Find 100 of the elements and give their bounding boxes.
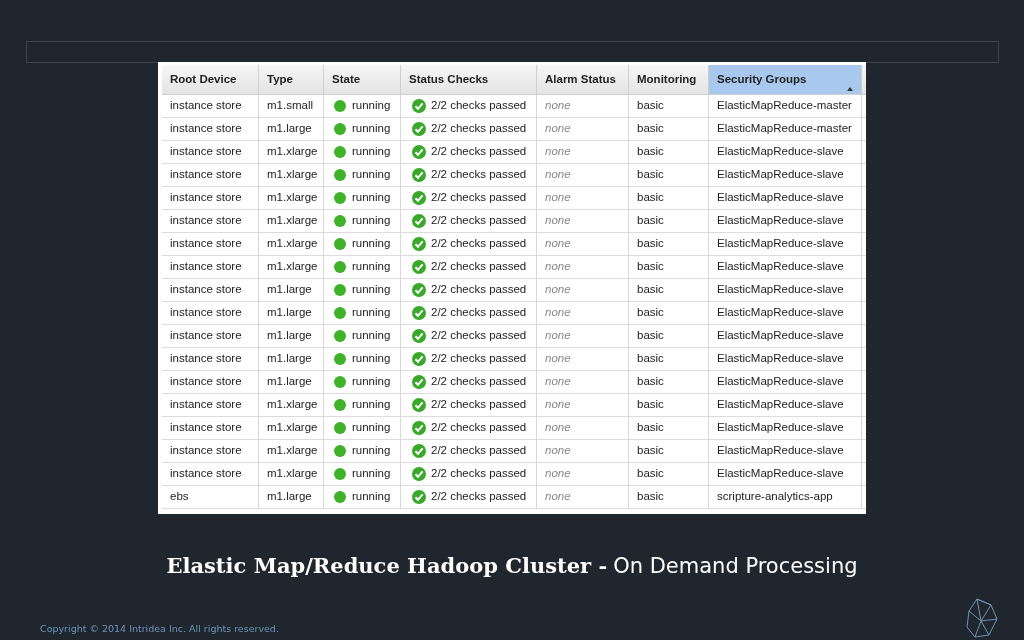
table-cell-text: ElasticMapReduce-slave — [717, 144, 844, 160]
table-cell-text: none — [545, 190, 571, 206]
table-cell-text: instance store — [170, 351, 242, 367]
table-cell-text: instance store — [170, 305, 242, 321]
table-cell-text: ElasticMapReduce-slave — [717, 259, 844, 275]
column-header[interactable]: Security Groups — [709, 65, 862, 94]
table-cell-text: instance store — [170, 282, 242, 298]
check-icon — [412, 214, 426, 228]
table-cell-text: instance store — [170, 213, 242, 229]
table-cell-text: none — [545, 397, 571, 413]
table-cell-text: ElasticMapReduce-slave — [717, 351, 844, 367]
table-cell-text: basic — [637, 374, 664, 390]
table-cell-text: instance store — [170, 397, 242, 413]
table-cell-text: none — [545, 144, 571, 160]
table-cell-text: instance store — [170, 236, 242, 252]
table-cell-text: instance store — [170, 190, 242, 206]
table-cell-text: running — [352, 466, 391, 482]
table-cell-text: 2/2 checks passed — [431, 420, 527, 436]
table-cell-text: running — [352, 167, 391, 183]
table-cell-text: m1.large — [267, 121, 312, 137]
table-cell-text: running — [352, 213, 391, 229]
table-cell-text: none — [545, 374, 571, 390]
column-header[interactable]: Alarm Status — [537, 65, 629, 94]
column-header[interactable]: Type — [259, 65, 324, 94]
table-cell-text: basic — [637, 98, 664, 114]
table-cell-text: ElasticMapReduce-master — [717, 121, 852, 137]
table-cell-text: m1.large — [267, 489, 312, 505]
table-cell-text: m1.xlarge — [267, 144, 318, 160]
table-cell-text: running — [352, 190, 391, 206]
table-cell-text: 2/2 checks passed — [431, 190, 527, 206]
table-cell-text: 2/2 checks passed — [431, 489, 527, 505]
check-icon — [412, 398, 426, 412]
table-cell-text: none — [545, 466, 571, 482]
check-icon — [412, 467, 426, 481]
caption-title: Elastic Map/Reduce Hadoop Cluster - — [166, 552, 608, 580]
table-cell-text: basic — [637, 144, 664, 160]
table-cell-text: ElasticMapReduce-slave — [717, 443, 844, 459]
crystal-logo-icon — [965, 596, 999, 639]
table-cell-text: m1.xlarge — [267, 420, 318, 436]
table-cell-text: ElasticMapReduce-slave — [717, 282, 844, 298]
table-cell-text: none — [545, 328, 571, 344]
table-cell-text: m1.xlarge — [267, 167, 318, 183]
table-cell-text: ElasticMapReduce-slave — [717, 466, 844, 482]
table-cell-text: basic — [637, 420, 664, 436]
table-cell-text: none — [545, 259, 571, 275]
check-icon — [412, 421, 426, 435]
caption-subtitle: On Demand Processing — [613, 553, 858, 580]
table-cell-text: basic — [637, 213, 664, 229]
table-cell-text: ElasticMapReduce-slave — [717, 420, 844, 436]
table-cell-text: running — [352, 328, 391, 344]
table-cell-text: basic — [637, 190, 664, 206]
table-cell-text: 2/2 checks passed — [431, 397, 527, 413]
table-cell-text: 2/2 checks passed — [431, 213, 527, 229]
table-cell-text: none — [545, 305, 571, 321]
table-cell-text: basic — [637, 305, 664, 321]
table-cell-text: 2/2 checks passed — [431, 98, 527, 114]
table-cell-text: running — [352, 282, 391, 298]
table-cell-text: 2/2 checks passed — [431, 328, 527, 344]
table-cell-text: basic — [637, 282, 664, 298]
table-cell-text: ElasticMapReduce-slave — [717, 397, 844, 413]
table-cell-text: instance store — [170, 328, 242, 344]
table-cell-text: basic — [637, 466, 664, 482]
check-icon — [412, 237, 426, 251]
table-cell-text: 2/2 checks passed — [431, 144, 527, 160]
check-icon — [412, 145, 426, 159]
table-cell-text: scripture-analytics-app — [717, 489, 833, 505]
table-cell-text: running — [352, 489, 391, 505]
table-cell-text: m1.xlarge — [267, 397, 318, 413]
table-cell-text: m1.large — [267, 374, 312, 390]
column-header[interactable]: State — [324, 65, 401, 94]
sort-icon — [847, 87, 853, 91]
table-cell-text: instance store — [170, 144, 242, 160]
table-cell-text: ElasticMapReduce-slave — [717, 167, 844, 183]
table-cell-text: instance store — [170, 443, 242, 459]
table-cell-text: running — [352, 121, 391, 137]
table-cell-text: 2/2 checks passed — [431, 305, 527, 321]
table-cell-text: instance store — [170, 98, 242, 114]
table-cell-text: m1.large — [267, 328, 312, 344]
check-icon — [412, 168, 426, 182]
table-cell-text: m1.xlarge — [267, 443, 318, 459]
table-cell-text: basic — [637, 167, 664, 183]
table-cell-text: ElasticMapReduce-slave — [717, 213, 844, 229]
table-cell-text: instance store — [170, 420, 242, 436]
table-cell-text: 2/2 checks passed — [431, 282, 527, 298]
check-icon — [412, 99, 426, 113]
check-icon — [412, 329, 426, 343]
table-cell-text: ElasticMapReduce-slave — [717, 328, 844, 344]
table-cell-text: m1.xlarge — [267, 259, 318, 275]
column-header[interactable]: Status Checks — [401, 65, 537, 94]
column-header[interactable]: Root Device — [162, 65, 259, 94]
table-cell-text: basic — [637, 259, 664, 275]
check-icon — [412, 283, 426, 297]
table-cell-text: basic — [637, 328, 664, 344]
table-cell-text: m1.xlarge — [267, 190, 318, 206]
table-cell-text: basic — [637, 397, 664, 413]
table-cell-text: ElasticMapReduce-slave — [717, 236, 844, 252]
table-cell-text: running — [352, 98, 391, 114]
table-cell-text: none — [545, 167, 571, 183]
table-cell-text: running — [352, 144, 391, 160]
table-cell-text: ebs — [170, 489, 189, 505]
